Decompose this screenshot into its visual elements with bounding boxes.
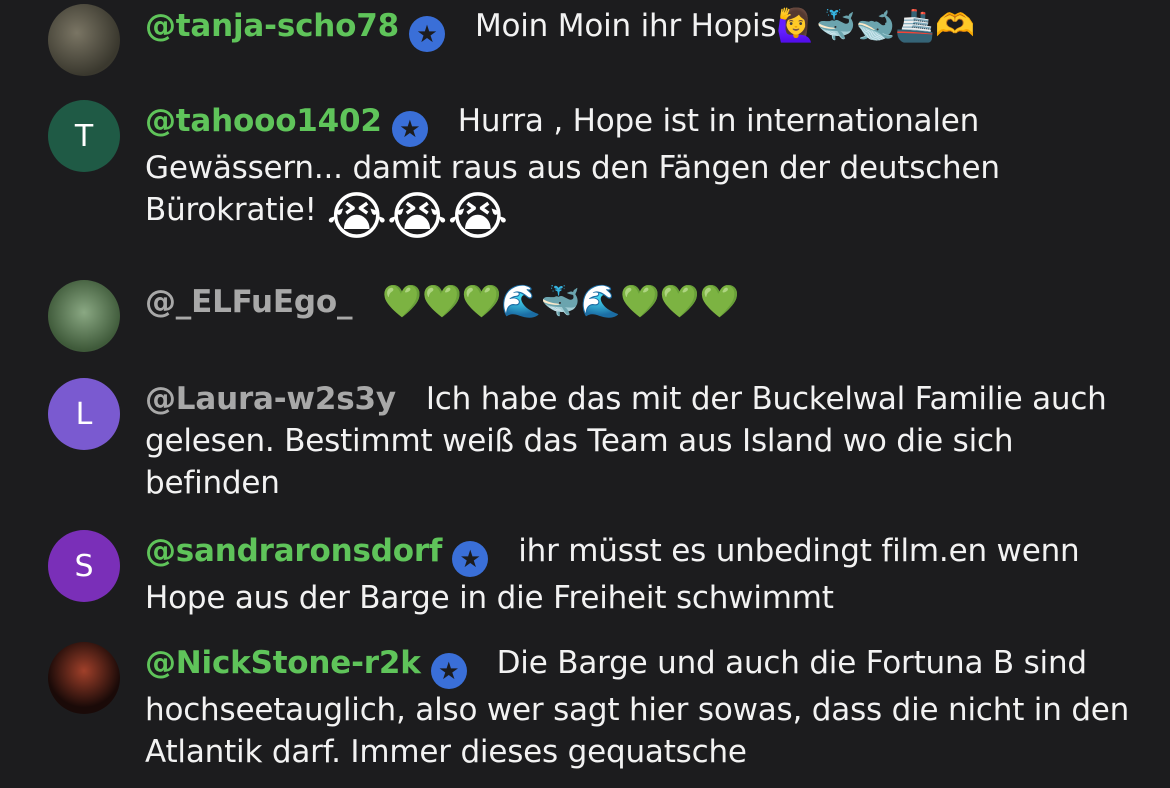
comment-item: @_ELFuEgo_ 💚💚💚🌊🐳🌊💚💚💚 bbox=[48, 280, 1158, 352]
username-link[interactable]: @Laura-w2s3y bbox=[145, 381, 396, 417]
avatar[interactable]: S bbox=[48, 530, 120, 602]
comment-body: @tanja-scho78 ★ Moin Moin ihr Hopis🙋‍♀️🐳🐋🚢… bbox=[145, 4, 1155, 52]
avatar[interactable]: T bbox=[48, 100, 120, 172]
comment-item: T @tahooo1402 ★ Hurra , Hope ist in intern… bbox=[48, 100, 1158, 243]
avatar[interactable] bbox=[48, 280, 120, 352]
username-link[interactable]: @_ELFuEgo_ bbox=[145, 284, 352, 320]
comment-body: @NickStone-r2k ★ Die Barge und auch die Fo… bbox=[145, 642, 1155, 773]
comment-text: Moin Moin ihr Hopis bbox=[474, 8, 777, 44]
username-link[interactable]: @tahooo1402 bbox=[145, 103, 382, 139]
comment-list: @tanja-scho78 ★ Moin Moin ihr Hopis🙋‍♀️🐳🐋🚢… bbox=[0, 0, 1170, 788]
avatar[interactable] bbox=[48, 4, 120, 76]
comment-body: @Laura-w2s3y Ich habe das mit der Buckelw… bbox=[145, 378, 1155, 504]
comment-emoji: 💚💚💚🌊🐳🌊💚💚💚 bbox=[382, 282, 740, 320]
verified-badge-icon: ★ bbox=[452, 541, 489, 577]
username-link[interactable]: @NickStone-r2k bbox=[145, 645, 421, 681]
comment-item: @tanja-scho78 ★ Moin Moin ihr Hopis🙋‍♀️🐳🐋🚢… bbox=[48, 4, 1158, 76]
comment-body: @tahooo1402 ★ Hurra , Hope ist in internat… bbox=[145, 100, 1155, 243]
avatar-letter: L bbox=[75, 396, 93, 432]
avatar[interactable] bbox=[48, 642, 120, 714]
verified-badge-icon: ★ bbox=[430, 653, 467, 689]
comment-body: @_ELFuEgo_ 💚💚💚🌊🐳🌊💚💚💚 bbox=[145, 280, 1155, 323]
avatar-letter: T bbox=[74, 118, 94, 154]
comment-item: S @sandraronsdorf ★ ihr müsst es unbedingt… bbox=[48, 530, 1158, 619]
comment-body: @sandraronsdorf ★ ihr müsst es unbedingt f… bbox=[145, 530, 1155, 619]
comment-item: @NickStone-r2k ★ Die Barge und auch die Fo… bbox=[48, 642, 1158, 773]
username-link[interactable]: @sandraronsdorf bbox=[145, 533, 442, 569]
comment-item: L @Laura-w2s3y Ich habe das mit der Bucke… bbox=[48, 378, 1158, 504]
avatar-letter: S bbox=[74, 548, 94, 584]
comment-emoji: 🙋‍♀️🐳🐋🚢🫶 bbox=[776, 6, 975, 44]
verified-badge-icon: ★ bbox=[408, 16, 445, 52]
username-link[interactable]: @tanja-scho78 bbox=[145, 8, 399, 44]
verified-badge-icon: ★ bbox=[391, 111, 428, 147]
avatar[interactable]: L bbox=[48, 378, 120, 450]
comment-emoji: 😭😭😭 bbox=[326, 187, 509, 247]
